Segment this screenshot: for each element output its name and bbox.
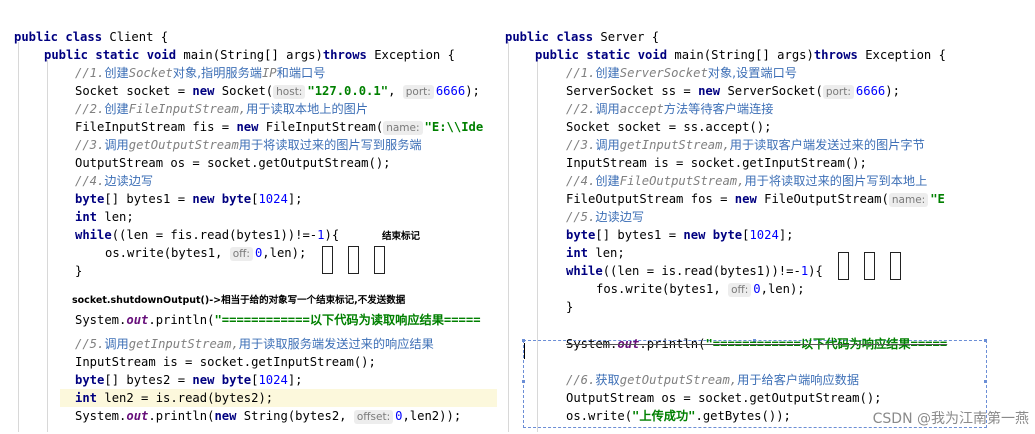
code-line[interactable]: FileInputStream fis = new FileInputStrea… <box>75 118 483 136</box>
code-line[interactable]: byte[] bytes1 = new byte[1024]; <box>75 190 303 208</box>
code-line[interactable]: public static void main(String[] args)th… <box>44 46 455 64</box>
end-marker-box <box>348 246 359 274</box>
code-line[interactable]: os.write(bytes1, off: 0,len); <box>105 244 306 262</box>
code-line[interactable]: int len; <box>75 208 134 226</box>
code-line[interactable]: public class Client { <box>14 28 168 46</box>
resize-handle[interactable] <box>984 380 987 383</box>
indent-guide <box>508 42 509 432</box>
code-comment[interactable]: //3.调用getOutputStream用于将读取过来的图片写到服务端 <box>75 136 422 154</box>
code-comment[interactable]: //3.调用getInputStream,用于读取客户端发送过来的图片字节 <box>566 136 925 154</box>
code-line[interactable]: OutputStream os = socket.getOutputStream… <box>566 389 882 407</box>
code-comment[interactable]: //5.边读边写 <box>566 208 644 226</box>
code-line[interactable]: os.write("上传成功".getBytes()); <box>566 407 791 425</box>
server-code-panel: public class Server { public static void… <box>497 0 1035 434</box>
code-line[interactable]: ServerSocket ss = new ServerSocket(port:… <box>566 82 900 100</box>
class-name: Client { <box>109 30 169 44</box>
code-line[interactable]: Socket socket = new Socket(host: "127.0.0… <box>75 82 480 100</box>
code-line[interactable]: byte[] bytes2 = new byte[1024]; <box>75 371 303 389</box>
code-line[interactable]: while((len = fis.read(bytes1))!=-1){ <box>75 226 339 244</box>
code-line[interactable]: System.out.println("============以下代码为读取响… <box>75 311 481 329</box>
code-comment[interactable]: //1.创建ServerSocket对象,设置端口号 <box>566 64 797 82</box>
code-line[interactable]: } <box>75 262 82 280</box>
annotation-shutdown-output: socket.shutdownOutput()->相当于给的对象写一个结束标记,… <box>72 295 406 306</box>
end-marker-box <box>838 252 849 280</box>
client-code-panel: public class Client { public static void… <box>0 0 497 434</box>
code-comment[interactable]: //4.边读边写 <box>75 172 153 190</box>
code-comment[interactable]: //1.创建Socket对象,指明服务端IP和端口号 <box>75 64 325 82</box>
code-comment[interactable]: //5.调用getInputStream,用于读取服务端发送过来的响应结果 <box>75 335 434 353</box>
code-line[interactable]: public static void main(String[] args)th… <box>535 46 946 64</box>
code-line[interactable]: } <box>566 298 573 316</box>
end-marker-box <box>890 252 901 280</box>
code-line[interactable]: InputStream is = socket.getInputStream()… <box>566 154 867 172</box>
code-line[interactable]: System.out.println(new String(bytes2, of… <box>75 407 461 425</box>
code-comment[interactable]: //2.创建FileInputStream,用于读取本地上的图片 <box>75 100 368 118</box>
resize-handle[interactable] <box>522 339 525 342</box>
code-comment[interactable]: //4.创建FileOutputStream,用于将读取过来的图片写到本地上 <box>566 172 927 190</box>
code-line[interactable]: System.out.println("============以下代码为响应结… <box>566 335 947 353</box>
code-line[interactable]: OutputStream os = socket.getOutputStream… <box>75 154 391 172</box>
code-line[interactable]: int len; <box>566 244 625 262</box>
end-marker-box <box>322 246 333 274</box>
text-cursor <box>524 343 525 359</box>
code-line[interactable]: public class Server { <box>505 28 659 46</box>
end-marker-box <box>374 246 385 274</box>
code-line[interactable]: byte[] bytes1 = new byte[1024]; <box>566 226 794 244</box>
code-line[interactable]: InputStream is = socket.getInputStream()… <box>75 353 376 371</box>
code-line[interactable]: Socket socket = ss.accept(); <box>566 118 771 136</box>
code-line[interactable]: int len2 = is.read(bytes2); <box>75 389 273 407</box>
annotation-end-marker: 结束标记 <box>382 231 421 242</box>
csdn-watermark: CSDN @我为江南第一燕 <box>872 411 1029 427</box>
code-line[interactable]: FileOutputStream fos = new FileOutputStr… <box>566 190 945 208</box>
code-comment[interactable]: //2.调用accept方法等待客户端连接 <box>566 100 773 118</box>
indent-guide <box>47 60 48 432</box>
code-line[interactable]: fos.write(bytes1, off: 0,len); <box>596 280 805 298</box>
indent-guide <box>18 42 19 432</box>
resize-handle[interactable] <box>984 339 987 342</box>
resize-handle[interactable] <box>522 380 525 383</box>
code-line[interactable]: while((len = is.read(bytes1))!=-1){ <box>566 262 823 280</box>
code-comment[interactable]: //6.获取getOutputStream,用于给客户端响应数据 <box>566 371 859 389</box>
end-marker-box <box>864 252 875 280</box>
